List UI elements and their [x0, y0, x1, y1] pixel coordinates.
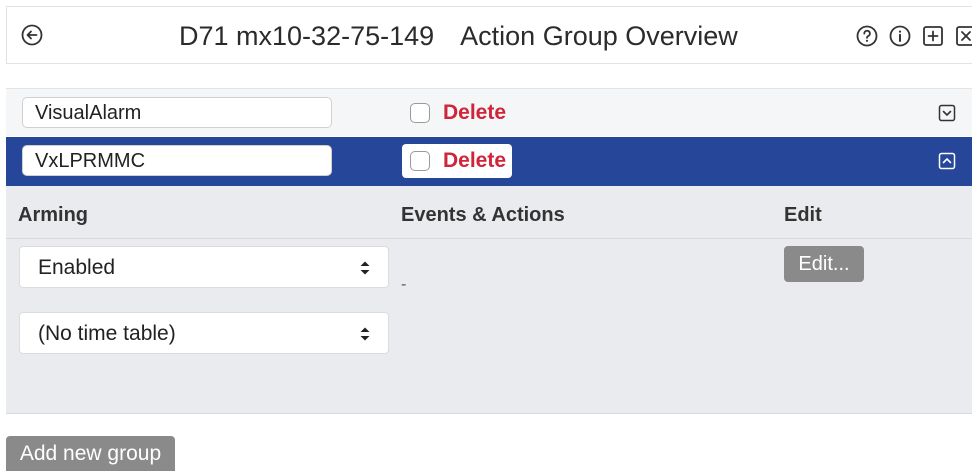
group-name-input[interactable]: [22, 97, 332, 128]
arming-select[interactable]: Enabled: [19, 246, 389, 288]
edit-button[interactable]: Edit...: [784, 246, 864, 282]
group-details-panel: Arming Events & Actions Edit Enabled (No…: [6, 186, 972, 414]
add-new-group-button[interactable]: Add new group: [6, 436, 175, 471]
page-title: D71 mx10-32-75-149 Action Group Overview: [179, 20, 738, 52]
group-name-input[interactable]: [22, 145, 332, 176]
help-icon[interactable]: [855, 24, 879, 48]
close-icon[interactable]: [954, 24, 972, 48]
group-row-selected[interactable]: Delete: [6, 137, 972, 186]
checkbox[interactable]: [410, 151, 430, 171]
back-icon[interactable]: [21, 24, 43, 46]
timetable-select-value: (No time table): [38, 322, 176, 345]
expand-icon[interactable]: [938, 104, 956, 122]
delete-checkbox[interactable]: Delete: [402, 96, 512, 130]
overview-title: Action Group Overview: [460, 21, 738, 51]
checkbox[interactable]: [410, 103, 430, 123]
delete-checkbox[interactable]: Delete: [402, 144, 512, 178]
delete-label: Delete: [443, 149, 507, 172]
events-column-header: Events & Actions: [401, 204, 565, 226]
group-row[interactable]: Delete: [6, 88, 972, 136]
collapse-icon[interactable]: [938, 152, 956, 170]
header-toolbar: [855, 24, 972, 48]
select-arrows-icon: [360, 261, 370, 275]
device-name: D71 mx10-32-75-149: [179, 21, 435, 51]
select-arrows-icon: [360, 327, 370, 341]
events-actions-value: -: [401, 276, 407, 293]
header-divider: [6, 238, 972, 239]
add-icon[interactable]: [921, 24, 945, 48]
timetable-select[interactable]: (No time table): [19, 312, 389, 354]
arming-select-value: Enabled: [38, 256, 116, 279]
arming-column-header: Arming: [18, 204, 88, 226]
info-icon[interactable]: [888, 24, 912, 48]
page-header: D71 mx10-32-75-149 Action Group Overview: [6, 6, 972, 64]
delete-label: Delete: [443, 101, 507, 124]
edit-column-header: Edit: [784, 204, 822, 226]
